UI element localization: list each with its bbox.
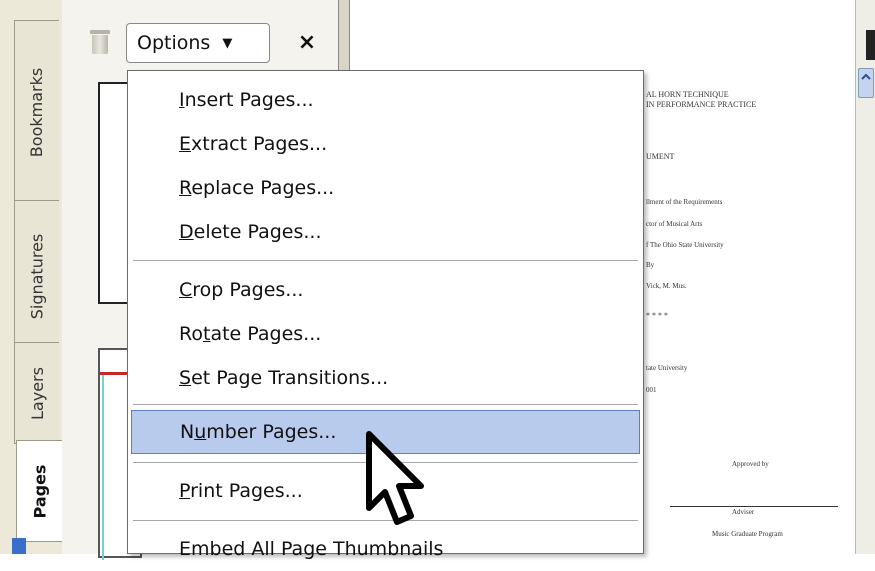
doc-line: f The Ohio State University [646,241,724,249]
panel-tab-strip: Bookmarks Signatures Layers Pages [0,0,63,554]
doc-line: Music Graduate Program [712,530,783,538]
tab-layers-label: Layers [27,366,47,420]
attachments-tab-fragment[interactable] [12,538,26,554]
chevron-down-icon: ▼ [222,35,233,51]
menu-item-label: Crop Pages... [179,279,304,301]
doc-line: UMENT [646,152,675,161]
menu-item-set-page-transitions[interactable]: Set Page Transitions... [131,356,640,400]
tab-signatures-label: Signatures [27,233,47,319]
doc-line: AL HORN TECHNIQUE [646,90,729,99]
menu-item-crop-pages[interactable]: Crop Pages... [131,268,640,312]
doc-line: tate University [646,364,688,372]
doc-line: * * * * [646,311,668,320]
menu-item-label: Rotate Pages... [179,323,322,345]
doc-line: Approved by [732,460,769,468]
doc-line: IN PERFORMANCE PRACTICE [646,100,757,109]
signature-line [670,506,838,507]
tab-signatures[interactable]: Signatures [14,200,59,352]
menu-item-replace-pages[interactable]: Replace Pages... [131,166,640,210]
close-icon[interactable]: × [295,30,319,56]
menu-item-label: Delete Pages... [179,221,322,243]
scroll-up-button[interactable] [858,68,874,98]
chevron-up-icon [861,73,871,80]
tab-pages-label: Pages [30,464,50,518]
menu-item-label: Set Page Transitions... [179,367,389,389]
menu-item-delete-pages[interactable]: Delete Pages... [131,210,640,254]
doc-line: ctor of Musical Arts [646,220,703,228]
tab-bookmarks-label: Bookmarks [27,67,47,157]
menu-item-rotate-pages[interactable]: Rotate Pages... [131,312,640,356]
menu-item-label: Embed All Page Thumbnails [179,538,444,560]
doc-line: Vick, M. Mus. [646,282,687,290]
menu-item-label: Print Pages... [179,480,303,502]
options-button[interactable]: Options ▼ [126,23,270,63]
trash-icon[interactable] [90,30,110,54]
menu-separator [133,404,638,405]
menu-item-label: Number Pages... [180,421,337,443]
mouse-pointer-icon [366,431,424,525]
options-label: Options [137,32,211,54]
doc-line: Adviser [732,508,755,516]
tab-bookmarks[interactable]: Bookmarks [14,20,59,204]
collapse-arrow-icon[interactable] [866,30,875,60]
doc-line: 001 [646,386,657,394]
menu-item-label: Insert Pages... [179,89,314,111]
menu-item-embed-all-page-thumbnails[interactable]: Embed All Page Thumbnails [131,527,640,571]
menu-item-label: Extract Pages... [179,133,328,155]
menu-separator [133,260,638,261]
menu-item-extract-pages[interactable]: Extract Pages... [131,122,640,166]
tab-layers[interactable]: Layers [14,342,59,444]
menu-item-label: Replace Pages... [179,177,335,199]
menu-item-insert-pages[interactable]: Insert Pages... [131,78,640,122]
doc-line: llment of the Requirements [646,198,723,206]
tab-pages[interactable]: Pages [16,440,63,542]
doc-line: By [646,261,655,269]
